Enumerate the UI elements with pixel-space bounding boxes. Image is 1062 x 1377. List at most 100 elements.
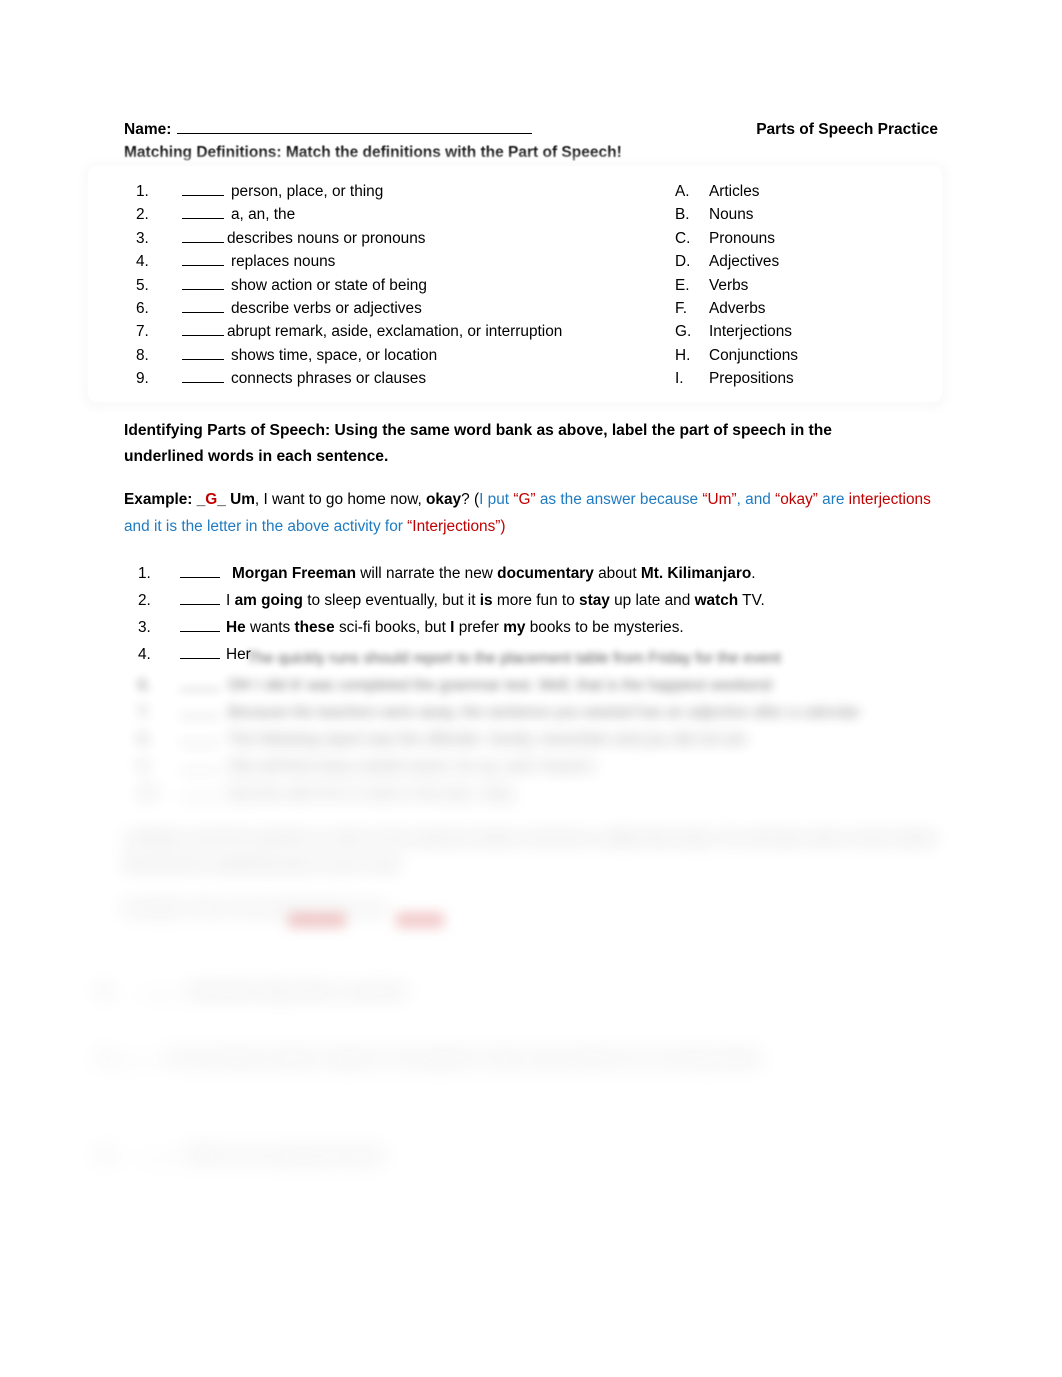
sentence-number: 4. [138, 646, 151, 663]
obscured-blank [180, 731, 220, 744]
word-bank-item: B. Nouns [675, 203, 942, 226]
sentence-fragment: prefer [454, 619, 504, 636]
definition-number: 9. [136, 370, 149, 388]
obscured-text: Oh! I did it! was completed the grammar … [228, 677, 772, 694]
underlined-word: these [294, 619, 335, 636]
definition-row: 7. abrupt remark, aside, exclamation, or … [136, 320, 663, 343]
definition-row: 6. describe verbs or adjectives [136, 297, 663, 320]
matching-section-heading: Matching Definitions: Match the definiti… [124, 144, 622, 161]
definition-row: 3. describes nouns or pronouns [136, 227, 663, 250]
definition-answer-blank[interactable] [182, 230, 224, 243]
sentence-fragment: more fun to [492, 592, 580, 609]
sentence-fragment: sci-fi books, but [334, 619, 451, 636]
example-explanation-2: as the answer because [535, 491, 703, 508]
example-blank-open: _ [196, 491, 206, 508]
obscured-blank [180, 704, 220, 717]
sentence-answer-blank[interactable] [180, 619, 220, 632]
definition-number: 5. [136, 276, 149, 294]
sentence-answer-blank[interactable] [180, 565, 220, 578]
definition-number: 2. [136, 206, 149, 224]
definition-answer-blank[interactable] [182, 300, 224, 314]
obscured-sentence-row: 6. Oh! I did it! was completed the gramma… [138, 672, 772, 699]
underlined-word: is [479, 592, 493, 609]
definition-answer-blank[interactable] [182, 206, 224, 220]
word-bank-item: C. Pronouns [675, 227, 942, 250]
obscured-number: 12. [96, 1050, 118, 1067]
word-bank-item: F. Adverbs [675, 297, 942, 320]
obscured-number: 7. [138, 704, 151, 721]
word-bank-label: Pronouns [709, 229, 775, 247]
obscured-sentence-row: 8. The following report was the offender.… [138, 726, 747, 753]
page-header: Name: Parts of Speech Practice [124, 120, 938, 139]
name-input-rule[interactable] [177, 120, 533, 134]
sentence-answer-blank[interactable] [180, 646, 220, 659]
word-bank-label: Adverbs [709, 300, 766, 318]
definition-number: 7. [136, 323, 149, 341]
sentence-fragment: TV. [738, 592, 765, 609]
word-bank-letter: C. [675, 229, 691, 247]
obscured-text: The quickly runs should report to the pl… [247, 650, 781, 667]
definition-text: person, place, or thing [231, 183, 384, 200]
word-bank-letter: B. [675, 206, 690, 224]
obscured-text: She will find many careful nouns, for up… [228, 758, 595, 775]
definition-text: describes nouns or pronouns [227, 229, 426, 247]
example-answer-letter: G [205, 491, 218, 508]
identifying-instructions: Identifying Parts of Speech: Using the s… [124, 422, 832, 465]
definition-row: 8. shows time, space, or location [136, 344, 663, 367]
sentence-fragment: about [593, 565, 641, 582]
obscured-blank [180, 677, 220, 690]
definition-answer-blank[interactable] [182, 183, 224, 196]
sentence-number: 2. [138, 592, 151, 609]
obscured-sentence-tail-4: The quickly runs should report to the pl… [247, 645, 781, 672]
example-word-interjections: interjections [848, 491, 931, 508]
sentence-text: He wants these sci-fi books, but I prefe… [220, 614, 684, 641]
sentence-fragment: wants [245, 619, 295, 636]
obscured-blank [117, 1050, 158, 1063]
word-bank-letter: F. [675, 300, 687, 318]
example-sentence-mid: , I want to go home now, [254, 491, 427, 508]
word-bank-letter: H. [675, 346, 691, 364]
sentence-answer-blank[interactable] [180, 592, 220, 605]
obscured-blank [138, 1147, 178, 1160]
obscured-text: When are we going that day? [186, 1147, 387, 1164]
definition-row: 9. connects phrases or clauses [136, 367, 663, 390]
word-bank-label: Verbs [709, 276, 749, 294]
page-title: Parts of Speech Practice [756, 121, 938, 138]
example-explanation-4: are [817, 491, 849, 508]
obscured-number: 8. [138, 731, 151, 748]
word-bank-label: Adjectives [709, 253, 780, 271]
example-quote-g: “G” [513, 491, 536, 508]
definition-answer-blank[interactable] [182, 347, 224, 360]
underlined-word: Morgan Freeman [232, 565, 357, 582]
worksheet-page: Name: Parts of Speech Practice Matching … [0, 0, 1062, 1377]
definitions-column: 1. person, place, or thing 2. a, an, the 3… [88, 180, 663, 402]
obscured-text: Josh likes today after a cup from [186, 983, 408, 1000]
example-question-paren: ? ( [461, 491, 480, 508]
obscured-sentence-row: 10. My time with him to mark in the quiz,… [138, 780, 514, 807]
obscured-number: 6. [138, 677, 151, 694]
definition-answer-blank[interactable] [182, 370, 224, 384]
word-bank-letter: A. [675, 183, 690, 200]
word-bank-item: G. Interjections [675, 320, 942, 343]
definition-answer-blank[interactable] [182, 253, 224, 267]
obscured-text: He has family carried to object to his p… [165, 1050, 762, 1067]
sentence-fragment: will narrate the new [356, 565, 498, 582]
definition-text: replaces nouns [231, 253, 336, 271]
obscured-blank [180, 758, 220, 771]
definition-text: abrupt remark, aside, exclamation, or in… [227, 323, 563, 341]
word-bank-item: I. Prepositions [675, 367, 942, 390]
sentence-fragment: up late and [609, 592, 695, 609]
obscured-sentence-row: 12. He has family carried to object to hi… [96, 1046, 916, 1072]
obscured-number: 10. [138, 785, 160, 802]
word-bank-letter: D. [675, 253, 691, 271]
definition-answer-blank[interactable] [182, 323, 224, 337]
definition-text: shows time, space, or location [231, 346, 438, 364]
obscured-number: 13. [96, 1147, 118, 1164]
definition-answer-blank[interactable] [182, 277, 224, 290]
obscured-text: Because the teachers were away, the sent… [228, 704, 860, 721]
obscured-blank [138, 983, 178, 996]
underlined-word: documentary [497, 565, 594, 582]
word-bank-item: E. Verbs [675, 274, 942, 297]
word-bank-item: A. Articles [675, 180, 942, 203]
example-label: Example: [124, 491, 193, 508]
